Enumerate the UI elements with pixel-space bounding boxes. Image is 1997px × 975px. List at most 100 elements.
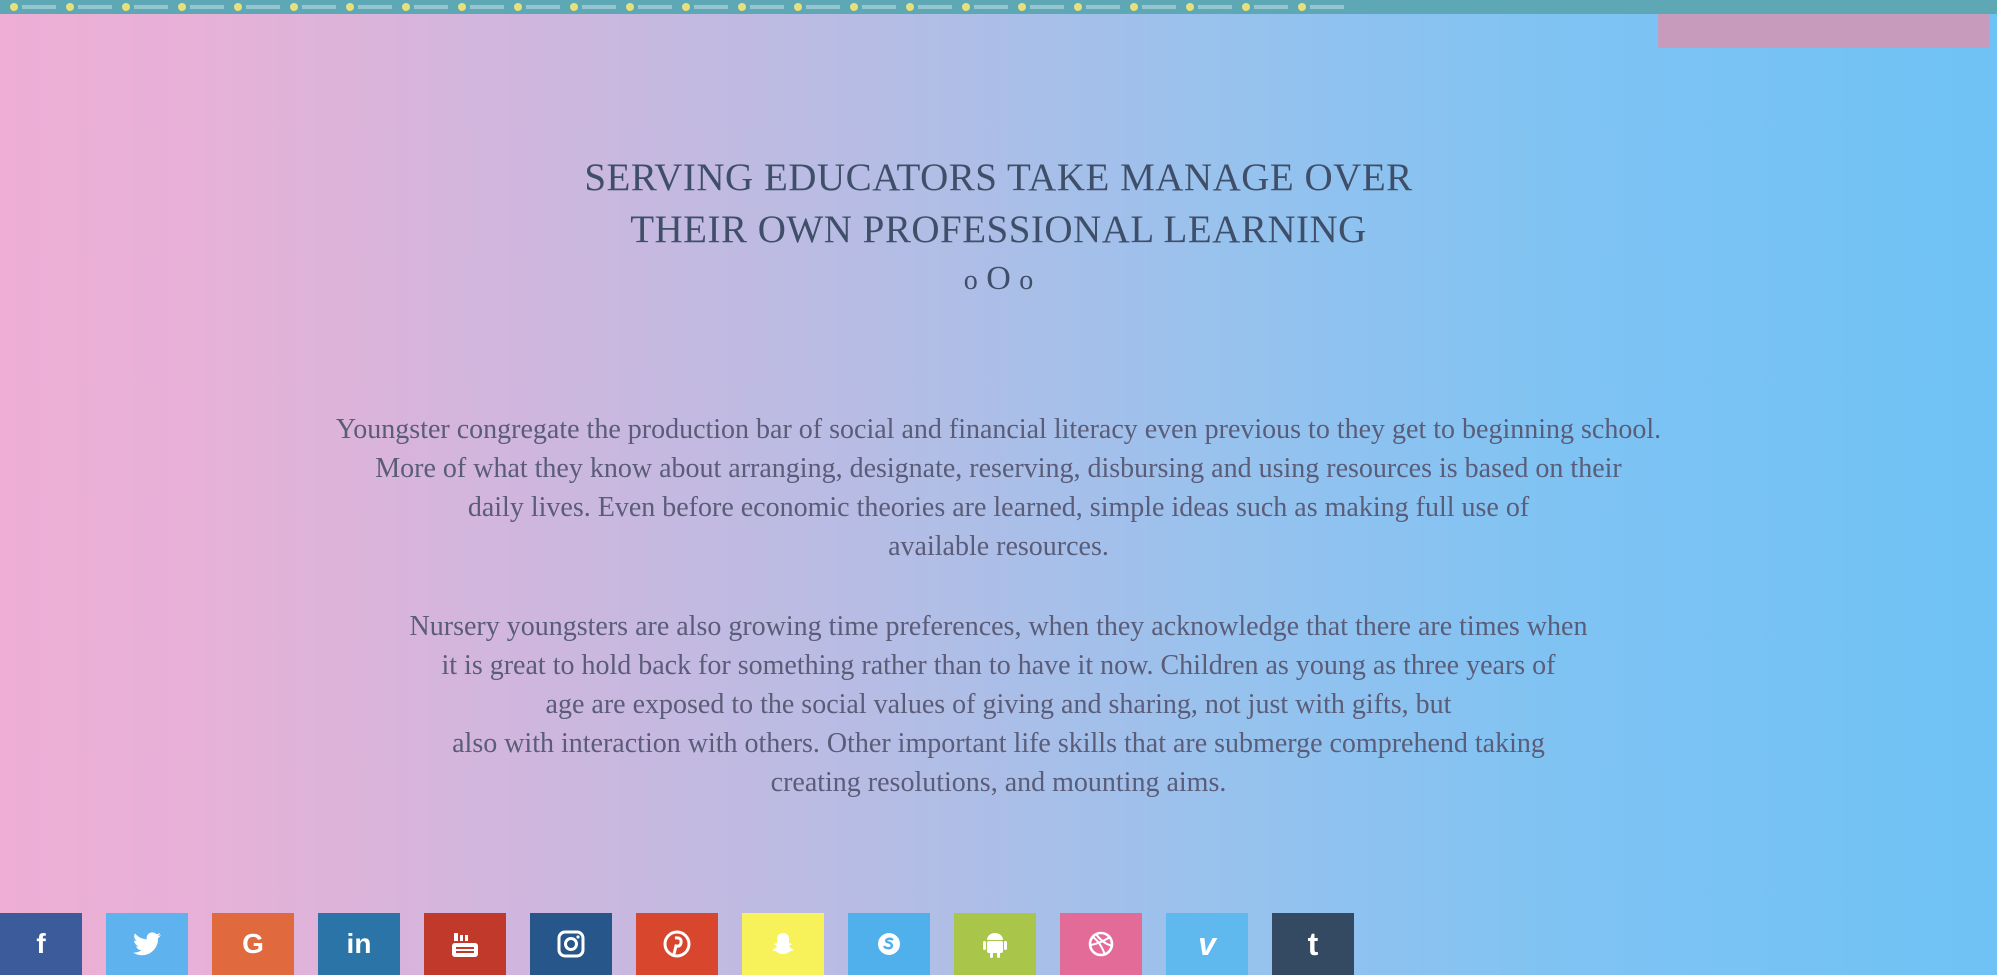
bookmark-label [414,5,448,9]
bookmark-icon [962,3,970,11]
bookmark-item[interactable] [1074,0,1120,14]
bookmark-icon [458,3,466,11]
paragraph-line: available resources. [888,531,1109,562]
snapchat-button[interactable] [742,913,824,975]
bookmark-icon [1242,3,1250,11]
bookmark-item[interactable] [682,0,728,14]
youtube-button[interactable] [424,913,506,975]
bookmark-label [974,5,1008,9]
bookmark-item[interactable] [1130,0,1176,14]
bookmark-item[interactable] [514,0,560,14]
bookmark-icon [906,3,914,11]
bookmark-icon [290,3,298,11]
bookmark-icon [346,3,354,11]
bookmark-label [190,5,224,9]
bookmark-icon [850,3,858,11]
linkedin-button[interactable]: in [318,913,400,975]
ornament-large-circle: O [986,260,1011,297]
bookmark-item[interactable] [122,0,168,14]
bookmark-item[interactable] [178,0,224,14]
page-title-line: SERVING EDUCATORS TAKE MANAGE OVER [584,156,1413,199]
bookmark-icon [66,3,74,11]
bookmark-item[interactable] [738,0,784,14]
bookmark-icon [402,3,410,11]
dribbble-button[interactable] [1060,913,1142,975]
vimeo-button[interactable]: v [1166,913,1248,975]
skype-button[interactable] [848,913,930,975]
bookmark-icon [738,3,746,11]
bookmark-item[interactable] [234,0,280,14]
bookmark-item[interactable] [794,0,840,14]
pinterest-button[interactable] [636,913,718,975]
paragraph-line: it is great to hold back for something r… [441,650,1556,681]
vimeo-icon: v [1198,925,1216,962]
paragraph-line: also with interaction with others. Other… [452,728,1545,759]
bookmark-item[interactable] [1242,0,1288,14]
bookmark-item[interactable] [346,0,392,14]
bookmark-item[interactable] [402,0,448,14]
bookmark-icon [570,3,578,11]
bookmark-label [582,5,616,9]
bookmark-icon [1298,3,1306,11]
bookmark-item[interactable] [570,0,616,14]
paragraph-line: Nursery youngsters are also growing time… [409,611,1588,642]
bookmark-item[interactable] [290,0,336,14]
bookmark-label [526,5,560,9]
bookmark-label [1142,5,1176,9]
bookmark-item[interactable] [458,0,504,14]
paragraph-line: daily lives. Even before economic theori… [467,492,1530,523]
bookmark-label [78,5,112,9]
skype-icon [878,933,900,955]
bookmark-label [470,5,504,9]
bookmark-icon [626,3,634,11]
second-paragraph: Nursery youngsters are also growing time… [0,607,1997,802]
bookmark-icon [234,3,242,11]
bookmark-item[interactable] [1186,0,1232,14]
android-button[interactable] [954,913,1036,975]
bookmark-icon [1018,3,1026,11]
youtube-icon [452,933,478,957]
bookmark-label [862,5,896,9]
bookmark-icon [514,3,522,11]
bookmark-label [1310,5,1344,9]
top-right-banner[interactable] [1658,14,1990,48]
bookmark-item[interactable] [906,0,952,14]
instagram-button[interactable] [530,913,612,975]
bookmark-label [638,5,672,9]
snapchat-icon [772,933,794,954]
google-button[interactable]: G [212,913,294,975]
bookmark-item[interactable] [1018,0,1064,14]
bookmark-label [750,5,784,9]
bookmark-label [134,5,168,9]
title-ornament: o O o [0,256,1997,304]
bookmark-item[interactable] [1298,0,1344,14]
bookmark-item[interactable] [10,0,56,14]
bookmark-label [806,5,840,9]
bookmark-icon [1074,3,1082,11]
bookmark-icon [1186,3,1194,11]
bookmark-label [1030,5,1064,9]
paragraph-line: More of what they know about arranging, … [375,453,1622,484]
browser-bookmarks-bar [0,0,1997,14]
bookmark-icon [178,3,186,11]
twitter-icon [133,932,161,956]
bookmark-icon [1130,3,1138,11]
tumblr-button[interactable]: t [1272,913,1354,975]
tumblr-icon: t [1307,925,1319,962]
ornament-small-circle: o [963,265,978,296]
pinterest-icon [663,930,691,958]
bookmark-label [1198,5,1232,9]
bookmark-label [358,5,392,9]
twitter-button[interactable] [106,913,188,975]
intro-paragraph: Youngster congregate the production bar … [0,410,1997,566]
dribbble-icon [1088,931,1114,957]
social-share-bar: f G in v t [0,913,1354,975]
facebook-button[interactable]: f [0,913,82,975]
paragraph-line: age are exposed to the social values of … [545,689,1452,720]
bookmark-item[interactable] [850,0,896,14]
bookmark-item[interactable] [962,0,1008,14]
bookmark-item[interactable] [66,0,112,14]
bookmark-label [1086,5,1120,9]
bookmark-item[interactable] [626,0,672,14]
paragraph-line: creating resolutions, and mounting aims. [770,767,1227,798]
